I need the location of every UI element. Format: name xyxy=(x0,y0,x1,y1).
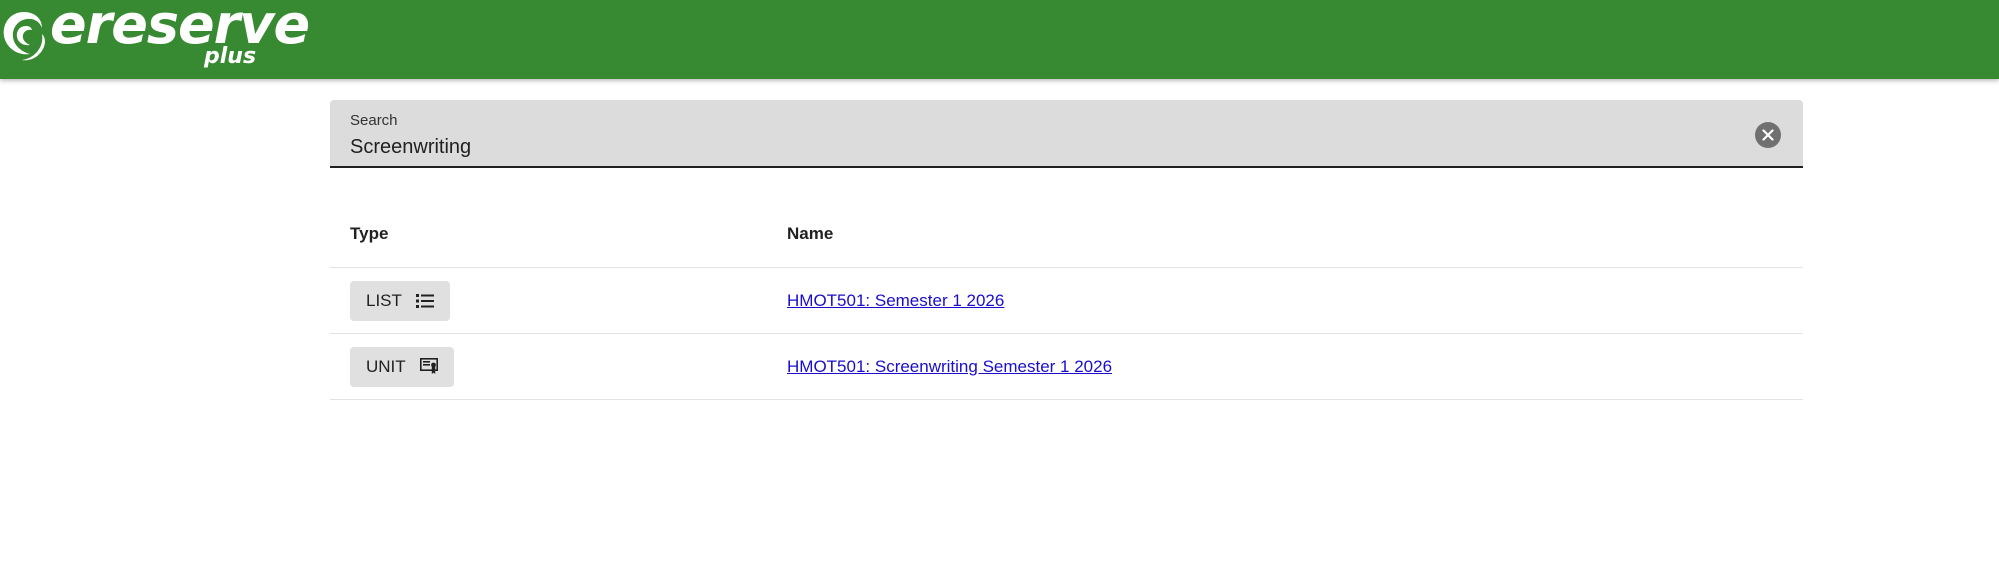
table-header-row: Type Name xyxy=(330,200,1803,268)
column-header-name[interactable]: Name xyxy=(787,224,833,244)
search-label: Search xyxy=(350,112,398,129)
table-row: UNIT HMOT501: Screenwriting Semester 1 2… xyxy=(330,334,1803,400)
search-field[interactable]: Search xyxy=(330,100,1803,168)
brand-subtitle: plus xyxy=(204,44,257,69)
list-icon xyxy=(415,293,434,309)
brand-wordmark: ereserve xyxy=(50,0,310,56)
results-table: Type Name LIST HMOT501: Semester 1 2026 … xyxy=(330,200,1803,400)
app-header: ereserve plus xyxy=(0,0,1999,79)
column-header-type[interactable]: Type xyxy=(350,224,388,244)
table-row: LIST HMOT501: Semester 1 2026 xyxy=(330,268,1803,334)
clear-search-button[interactable] xyxy=(1755,122,1781,148)
type-chip-label: LIST xyxy=(366,290,402,310)
type-chip-unit[interactable]: UNIT xyxy=(350,346,454,387)
logo-swirl-icon xyxy=(3,12,45,61)
result-link[interactable]: HMOT501: Screenwriting Semester 1 2026 xyxy=(787,357,1112,377)
unit-icon xyxy=(419,358,438,375)
search-input[interactable] xyxy=(350,132,1730,162)
type-chip-label: UNIT xyxy=(366,356,406,376)
close-circle-icon xyxy=(1762,129,1774,141)
ereserve-logo[interactable]: ereserve plus xyxy=(0,0,310,74)
result-link[interactable]: HMOT501: Semester 1 2026 xyxy=(787,291,1004,311)
type-chip-list[interactable]: LIST xyxy=(350,280,450,321)
